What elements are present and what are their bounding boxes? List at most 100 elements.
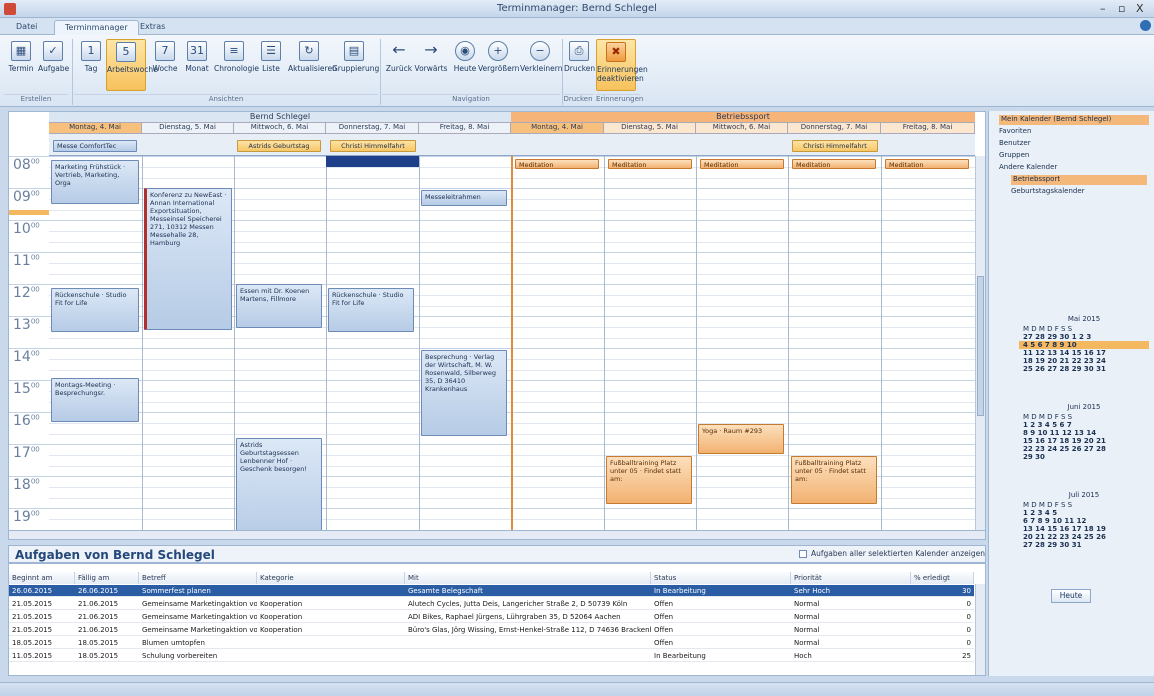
week[interactable]: 8 9 10 11 12 13 14 <box>1019 429 1149 437</box>
week[interactable]: 6 7 8 9 10 11 12 <box>1019 517 1149 525</box>
appointment[interactable]: Meditation <box>608 159 692 169</box>
table-row[interactable]: 11.05.2015 18.05.2015 Schulung vorbereiten… <box>9 650 974 662</box>
week[interactable]: 25 26 27 28 29 30 31 <box>1019 365 1149 373</box>
grouping-button[interactable]: ▤ Gruppierung <box>332 39 379 91</box>
all-day-event[interactable]: Astrids Geburtstag <box>237 140 321 152</box>
appointment[interactable]: Rückenschule · Studio Fit for Life <box>328 288 414 332</box>
day-header[interactable]: Montag, 4. Mai <box>511 123 604 134</box>
forward-button[interactable]: → Vorwärts <box>414 39 448 91</box>
mini-calendar-july[interactable]: Juli 2015 M D M D F S S 1 2 3 4 5 6 7 8 … <box>1019 491 1149 549</box>
table-row[interactable]: 18.05.2015 18.05.2015 Blumen umtopfen Offen… <box>9 637 974 649</box>
col-header[interactable]: Priorität <box>791 572 911 584</box>
all-day-event[interactable]: Christi Himmelfahrt <box>330 140 416 152</box>
week[interactable]: 13 14 15 16 17 18 19 <box>1019 525 1149 533</box>
day-header[interactable]: Freitag, 8. Mai <box>881 123 975 134</box>
day-header[interactable]: Donnerstag, 7. Mai <box>788 123 881 134</box>
all-day-event[interactable]: Messe ComfortTec <box>53 140 137 152</box>
all-day-event[interactable]: Christi Himmelfahrt <box>792 140 878 152</box>
tab-extras[interactable]: Extras <box>130 20 175 35</box>
back-button[interactable]: ← Zurück <box>384 39 414 91</box>
week[interactable]: 29 30 <box>1019 453 1149 461</box>
week-view-button[interactable]: 7 Woche <box>150 39 180 91</box>
reminders-off-button[interactable]: ✖ Erinnerungen deaktivieren <box>596 39 648 91</box>
col-header[interactable]: Kategorie <box>257 572 405 584</box>
day-header[interactable]: Donnerstag, 7. Mai <box>326 123 419 134</box>
new-appointment-button[interactable]: ▦ Termin <box>6 39 36 91</box>
refresh-button[interactable]: ↻ Aktualisieren <box>288 39 337 91</box>
appointment[interactable]: Meditation <box>700 159 784 169</box>
minimize-button[interactable]: – <box>1100 2 1106 15</box>
day-header[interactable]: Dienstag, 5. Mai <box>142 123 234 134</box>
tree-item-users[interactable]: Benutzer <box>999 139 1031 149</box>
tab-terminmanager[interactable]: Terminmanager <box>54 20 139 35</box>
today-sidebar-button[interactable]: Heute <box>1051 589 1091 603</box>
day-header[interactable]: Mittwoch, 6. Mai <box>234 123 326 134</box>
col-header[interactable]: Beginnt am <box>9 572 75 584</box>
col-header[interactable]: Betreff <box>139 572 257 584</box>
week[interactable]: 20 21 22 23 24 25 26 <box>1019 533 1149 541</box>
appointment[interactable]: Meditation <box>792 159 876 169</box>
work-week-view-button[interactable]: 5 Arbeitswoche <box>106 39 158 91</box>
tasks-scrollbar[interactable] <box>975 584 985 675</box>
week[interactable]: 27 28 29 30 31 <box>1019 541 1149 549</box>
appointment[interactable]: Fußballtraining Platz unter 05 · Findet … <box>606 456 692 504</box>
appointment[interactable]: Essen mit Dr. Koenen Martens, Fillmore <box>236 284 322 328</box>
mini-calendar-may[interactable]: Mai 2015 M D M D F S S 27 28 29 30 1 2 3… <box>1019 315 1149 373</box>
new-task-button[interactable]: ✓ Aufgabe <box>38 39 69 91</box>
week[interactable]: 15 16 17 18 19 20 21 <box>1019 437 1149 445</box>
appointment[interactable]: Fußballtraining Platz unter 05 · Findet … <box>791 456 877 504</box>
appointment[interactable]: Astrids Geburtstagsessen Lenbenner Hof ·… <box>236 438 322 538</box>
table-row[interactable]: 21.05.2015 21.06.2015 Gemeinsame Marketing… <box>9 611 974 623</box>
appointment[interactable]: Meditation <box>515 159 599 169</box>
close-button[interactable]: X <box>1136 2 1144 15</box>
week[interactable]: 1 2 3 4 5 6 7 <box>1019 421 1149 429</box>
help-icon[interactable] <box>1140 20 1151 31</box>
tree-item-birthdays[interactable]: Geburtstagskalender <box>1011 187 1085 197</box>
week[interactable]: 1 2 3 4 5 <box>1019 509 1149 517</box>
day-header[interactable]: Mittwoch, 6. Mai <box>696 123 788 134</box>
calendar-vertical-scrollbar[interactable] <box>975 156 985 538</box>
week-selected[interactable]: 4 5 6 7 8 9 10 <box>1019 341 1149 349</box>
mini-calendar-june[interactable]: Juni 2015 M D M D F S S 1 2 3 4 5 6 7 8 … <box>1019 403 1149 461</box>
tree-item-groups[interactable]: Gruppen <box>999 151 1029 161</box>
col-header[interactable]: Mit <box>405 572 651 584</box>
week[interactable]: 22 23 24 25 26 27 28 <box>1019 445 1149 453</box>
col-header[interactable]: % erledigt <box>911 572 974 584</box>
list-view-button[interactable]: ☰ Liste <box>256 39 286 91</box>
tree-item-betriebssport[interactable]: Betriebssport <box>1011 175 1147 185</box>
day-header[interactable]: Dienstag, 5. Mai <box>604 123 696 134</box>
appointment[interactable]: Marketing Frühstück · Vertrieb, Marketin… <box>51 160 139 204</box>
appointment[interactable]: Montags-Meeting · Besprechungsr. <box>51 378 139 422</box>
day-header[interactable]: Freitag, 8. Mai <box>419 123 511 134</box>
zoom-out-button[interactable]: − Verkleinern <box>520 39 562 91</box>
month-view-button[interactable]: 31 Monat <box>182 39 212 91</box>
zoom-in-button[interactable]: + Vergrößern <box>478 39 519 91</box>
col-header[interactable]: Fällig am <box>75 572 139 584</box>
appointment[interactable]: Rückenschule · Studio Fit for Life <box>51 288 139 332</box>
tree-item-favorites[interactable]: Favoriten <box>999 127 1031 137</box>
week[interactable]: 18 19 20 21 22 23 24 <box>1019 357 1149 365</box>
week[interactable]: 11 12 13 14 15 16 17 <box>1019 349 1149 357</box>
table-row[interactable]: 21.05.2015 21.06.2015 Gemeinsame Marketing… <box>9 598 974 610</box>
print-button[interactable]: ⎙ Drucken <box>564 39 595 91</box>
appointment[interactable]: Meditation <box>885 159 969 169</box>
calendar-horizontal-scrollbar[interactable] <box>8 530 986 540</box>
week[interactable]: 27 28 29 30 1 2 3 <box>1019 333 1149 341</box>
appointment[interactable]: Messeleitrahmen <box>421 190 507 206</box>
tree-item-my-calendar[interactable]: Mein Kalender (Bernd Schlegel) <box>999 115 1149 125</box>
table-row[interactable]: 21.05.2015 21.06.2015 Gemeinsame Marketing… <box>9 624 974 636</box>
day-view-button[interactable]: 1 Tag <box>76 39 106 91</box>
tree-item-other-calendars[interactable]: Andere Kalender <box>999 163 1057 173</box>
maximize-button[interactable]: ▫ <box>1118 2 1125 15</box>
timeline-button[interactable]: ≡ Chronologie <box>214 39 259 91</box>
table-row[interactable]: 26.06.2015 26.06.2015 Sommerfest planen Ges… <box>9 585 974 597</box>
scroll-thumb[interactable] <box>977 276 984 416</box>
show-all-checkbox[interactable] <box>799 550 807 558</box>
selected-slot[interactable] <box>326 156 419 167</box>
today-button[interactable]: ◉ Heute <box>450 39 480 91</box>
day-header[interactable]: Montag, 4. Mai <box>49 123 142 134</box>
appointment[interactable]: Konferenz zu NewEast · Annan Internation… <box>144 188 232 330</box>
tab-datei[interactable]: Datei <box>6 20 47 35</box>
col-header[interactable]: Status <box>651 572 791 584</box>
appointment[interactable]: Yoga · Raum #293 <box>698 424 784 454</box>
